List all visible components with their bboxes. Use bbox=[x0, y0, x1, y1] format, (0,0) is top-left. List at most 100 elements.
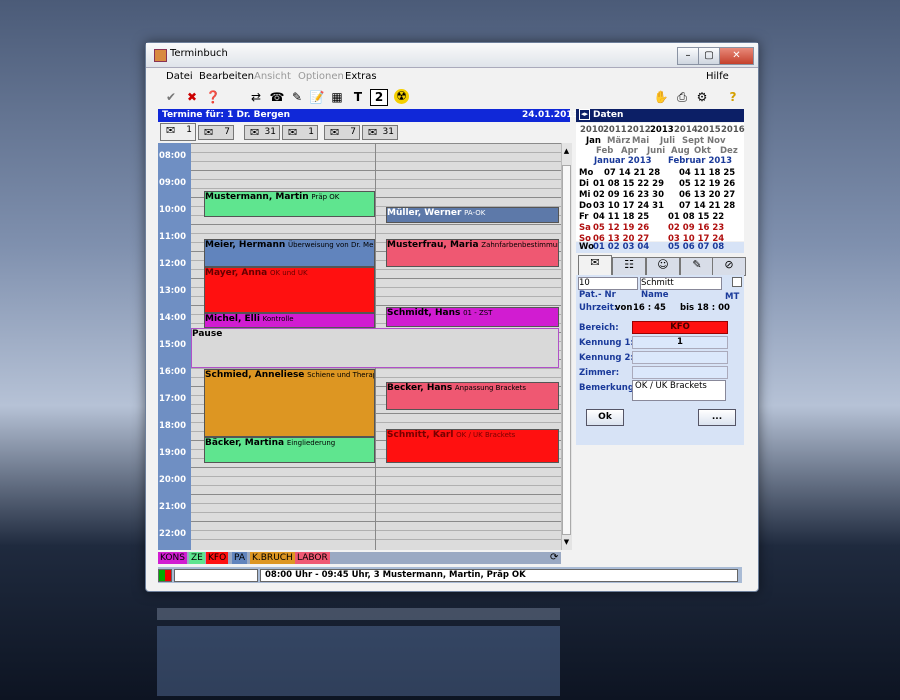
maximize-button[interactable]: ▢ bbox=[698, 47, 720, 65]
scroll-up-icon[interactable]: ▲ bbox=[562, 147, 571, 156]
appointment[interactable]: Schmitt, Karl OK / UK Brackets bbox=[386, 429, 559, 463]
month[interactable]: Juni bbox=[647, 146, 665, 156]
delete-icon[interactable]: ✖ bbox=[183, 89, 201, 106]
appointment[interactable]: Mustermann, Martin Präp OK bbox=[204, 191, 375, 217]
appointment[interactable]: Becker, Hans Anpassung Brackets bbox=[386, 382, 559, 410]
hazard-icon[interactable]: ☢ bbox=[394, 89, 409, 104]
help-icon[interactable]: ? bbox=[724, 89, 742, 106]
ok-button[interactable]: Ok bbox=[586, 409, 624, 426]
family-tab-icon[interactable]: ☺ bbox=[646, 257, 680, 276]
appointment[interactable]: Mayer, Anna OK und UK bbox=[204, 267, 375, 313]
mini-calendar[interactable]: 2010 2011 2012 2013 2014 2015 2016 Jan M… bbox=[576, 123, 745, 244]
appointment[interactable]: Musterfrau, Maria Zahnfarbenbestimmung bbox=[386, 239, 559, 267]
month[interactable]: Sept bbox=[682, 136, 704, 146]
time-from[interactable]: 16 : 45 bbox=[633, 303, 666, 313]
name-field[interactable]: Schmitt bbox=[640, 277, 722, 290]
year[interactable]: 2014 bbox=[674, 125, 698, 135]
jan-weeks[interactable]: 01 02 03 04 bbox=[593, 242, 649, 252]
appointment[interactable]: Müller, Werner PA-OK bbox=[386, 207, 559, 223]
scrollbar-thumb[interactable] bbox=[562, 165, 571, 535]
tab-day-1[interactable]: 1 bbox=[160, 123, 196, 141]
year[interactable]: 2011 bbox=[603, 125, 627, 135]
month[interactable]: Apr bbox=[621, 146, 638, 156]
feb-dates[interactable]: 07 14 21 28 bbox=[679, 201, 735, 211]
jan-dates[interactable]: 02 09 16 23 30 bbox=[593, 190, 664, 200]
nav-arrows-icon[interactable]: ◂▸ bbox=[579, 109, 590, 120]
year-selected[interactable]: 2013 bbox=[650, 125, 674, 135]
tab-multi-month-31[interactable]: 31 bbox=[362, 125, 398, 140]
blocked-tab-icon[interactable]: ⊘ bbox=[712, 257, 746, 276]
tab-multi-day-1[interactable]: 1 bbox=[282, 125, 318, 140]
menu-datei[interactable]: Datei bbox=[166, 71, 193, 82]
jan-dates[interactable]: 01 08 15 22 29 bbox=[593, 179, 664, 189]
phone-book-icon[interactable]: ☎ bbox=[268, 89, 286, 106]
notes-tab-icon[interactable]: ✎ bbox=[680, 257, 714, 276]
notes-icon[interactable]: 📝 bbox=[308, 89, 326, 106]
year[interactable]: 2012 bbox=[627, 125, 651, 135]
menu-bearbeiten[interactable]: Bearbeiten bbox=[199, 71, 254, 82]
tab-week-7[interactable]: 7 bbox=[198, 125, 234, 140]
jan-dates[interactable]: 05 12 19 26 bbox=[593, 223, 649, 233]
tab-multi-week-7[interactable]: 7 bbox=[324, 125, 360, 140]
year[interactable]: 2010 bbox=[580, 125, 604, 135]
flag-checkbox[interactable] bbox=[732, 277, 742, 287]
menu-optionen[interactable]: Optionen bbox=[298, 71, 344, 82]
menu-hilfe[interactable]: Hilfe bbox=[706, 71, 729, 82]
move-icon[interactable]: ⇄ bbox=[244, 89, 268, 106]
feb-dates[interactable]: 01 08 15 22 bbox=[668, 212, 724, 222]
month[interactable]: Okt bbox=[694, 146, 711, 156]
close-button[interactable]: ✕ bbox=[719, 47, 754, 65]
check-icon[interactable]: ✔ bbox=[162, 89, 180, 106]
feb-dates[interactable]: 02 09 16 23 bbox=[668, 223, 724, 233]
patient-tab-icon[interactable]: ✉ bbox=[578, 255, 612, 276]
tab-month-31[interactable]: 31 bbox=[244, 125, 280, 140]
appointment[interactable]: Meier, Hermann Überweisung von Dr. Meier bbox=[204, 239, 375, 267]
feb-dates[interactable]: 04 11 18 25 bbox=[679, 168, 735, 178]
feb-weeks[interactable]: 05 06 07 08 bbox=[668, 242, 724, 252]
edit-icon[interactable]: ✎ bbox=[288, 89, 306, 106]
group-icon[interactable]: ⚙ bbox=[693, 89, 711, 106]
scroll-down-icon[interactable]: ▼ bbox=[562, 538, 571, 547]
bereich-field[interactable]: KFO bbox=[632, 321, 728, 334]
calendar-icon[interactable]: ▦ bbox=[328, 89, 346, 106]
refresh-icon[interactable]: ⟳ bbox=[548, 552, 560, 564]
appointment[interactable]: Michel, Elli Kontrolle bbox=[204, 313, 375, 328]
month[interactable]: Aug bbox=[671, 146, 690, 156]
group-tab-icon[interactable]: ☷ bbox=[612, 257, 646, 276]
month[interactable]: Feb bbox=[596, 146, 613, 156]
jan-dates[interactable]: 03 10 17 24 31 bbox=[593, 201, 664, 211]
menu-extras[interactable]: Extras bbox=[345, 71, 377, 82]
help-page-icon[interactable]: ❓ bbox=[204, 89, 222, 106]
appointment[interactable]: Schmidt, Hans 01 - ZST bbox=[386, 307, 559, 327]
feb-dates[interactable]: 06 13 20 27 bbox=[679, 190, 735, 200]
pause-block[interactable]: Pause bbox=[191, 328, 559, 368]
appointment[interactable]: Bäcker, Martina Eingliederung bbox=[204, 437, 375, 463]
jan-dates[interactable]: 04 11 18 25 bbox=[593, 212, 649, 222]
appointment[interactable]: Schmied, Anneliese Schiene und Therapie bbox=[204, 369, 375, 437]
patnr-field[interactable]: 10 bbox=[578, 277, 638, 290]
more-button[interactable]: ... bbox=[698, 409, 736, 426]
month-selected[interactable]: Jan bbox=[586, 136, 601, 146]
year[interactable]: 2015 bbox=[697, 125, 721, 135]
minimize-button[interactable]: – bbox=[677, 47, 699, 65]
jan-dates[interactable]: 07 14 21 28 bbox=[604, 168, 660, 178]
kennung1-field[interactable]: 1 bbox=[632, 336, 728, 349]
time-to[interactable]: 18 : 00 bbox=[697, 303, 730, 313]
month[interactable]: Nov bbox=[707, 136, 726, 146]
text-icon[interactable]: T bbox=[349, 89, 367, 106]
bemerkung-field[interactable]: OK / UK Brackets bbox=[632, 380, 726, 401]
menu-ansicht[interactable]: Ansicht bbox=[254, 71, 291, 82]
month[interactable]: Mai bbox=[632, 136, 649, 146]
feb-dates[interactable]: 05 12 19 26 bbox=[679, 179, 735, 189]
print-icon[interactable]: ⎙ bbox=[673, 89, 691, 106]
vertical-scrollbar[interactable]: ▲ ▼ bbox=[561, 143, 572, 550]
month[interactable]: März bbox=[607, 136, 630, 146]
kennung2-field[interactable] bbox=[632, 351, 728, 364]
month[interactable]: Juli bbox=[660, 136, 675, 146]
month[interactable]: Dez bbox=[720, 146, 738, 156]
clean-icon[interactable]: ✋ bbox=[652, 89, 670, 106]
schedule-grid[interactable]: 08:00 09:00 10:00 11:00 12:00 13:00 14:0… bbox=[158, 143, 561, 550]
two-day-icon[interactable]: 2 bbox=[370, 89, 388, 106]
zimmer-field[interactable] bbox=[632, 366, 728, 379]
year[interactable]: 2016 bbox=[721, 125, 745, 135]
